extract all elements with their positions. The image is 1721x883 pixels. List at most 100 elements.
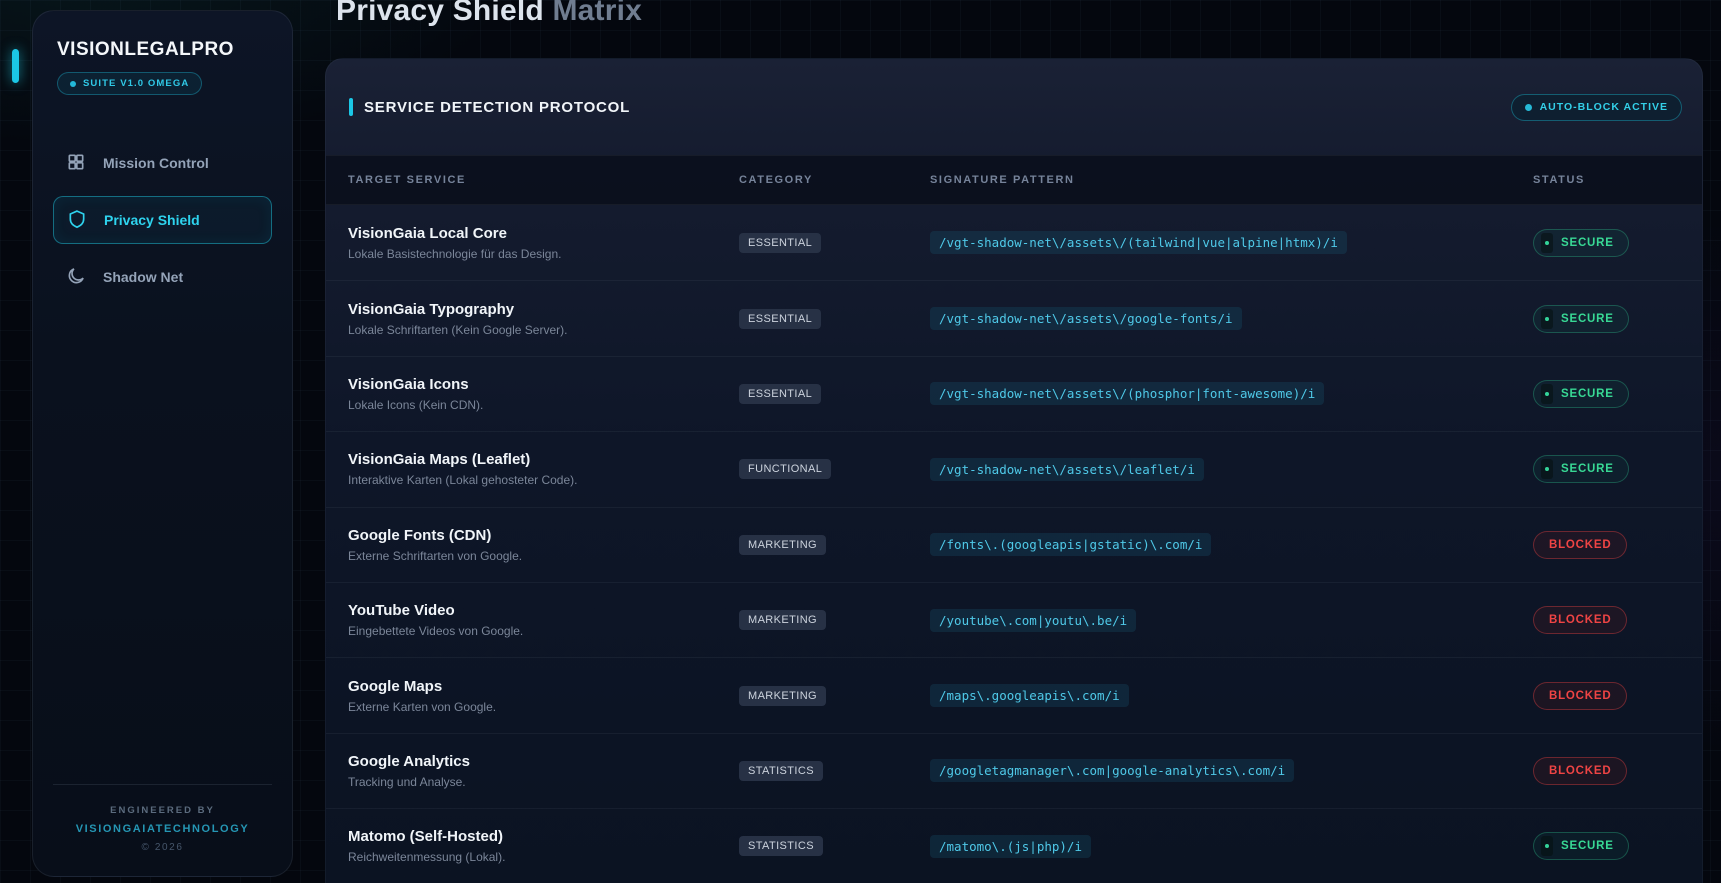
status-cell: SECURE	[1533, 832, 1702, 861]
footer-engineered-by: ENGINEERED BY	[110, 805, 215, 816]
table-row: VisionGaia Icons Lokale Icons (Kein CDN)…	[326, 355, 1702, 431]
sidebar-item-shadow-net[interactable]: Shadow Net	[53, 255, 272, 299]
status-badge: BLOCKED	[1533, 530, 1628, 559]
pulse-dot-icon	[1541, 459, 1553, 480]
pattern-cell: /fonts\.(googleapis|gstatic)\.com/i	[930, 533, 1533, 557]
service-description: Externe Schriftarten von Google.	[348, 548, 523, 563]
status-cell: SECURE	[1533, 304, 1702, 333]
service-cell: VisionGaia Maps (Leaflet) Interaktive Ka…	[348, 451, 739, 487]
service-description: Interaktive Karten (Lokal gehosteter Cod…	[348, 473, 578, 488]
pattern-cell: /maps\.googleapis\.com/i	[930, 684, 1533, 708]
pattern-cell: /youtube\.com|youtu\.be/i	[930, 608, 1533, 632]
pattern-cell: /vgt-shadow-net\/assets\/(tailwind|vue|a…	[930, 231, 1533, 255]
table-row: VisionGaia Local Core Lokale Basistechno…	[326, 205, 1702, 280]
column-header-target-service: TARGET SERVICE	[348, 174, 466, 186]
table-body: VisionGaia Local Core Lokale Basistechno…	[326, 205, 1702, 883]
sidebar: VISIONLEGALPRO SUITE V1.0 OMEGA Mission …	[32, 10, 293, 877]
footer-company-link[interactable]: VISIONGAIATECHNOLOGY	[53, 823, 272, 835]
page-title: Privacy Shield Matrix	[336, 0, 642, 28]
category-cell: STATISTICS	[739, 836, 930, 857]
sidebar-item-mission-control[interactable]: Mission Control	[53, 141, 272, 185]
column-header-category: CATEGORY	[739, 174, 813, 186]
service-cell: VisionGaia Typography Lokale Schriftarte…	[348, 301, 739, 337]
table-row: VisionGaia Maps (Leaflet) Interaktive Ka…	[326, 431, 1702, 506]
table-row: Matomo (Self-Hosted) Reichweitenmessung …	[326, 808, 1702, 883]
service-description: Lokale Icons (Kein CDN).	[348, 397, 484, 412]
sidebar-active-edge-accent	[12, 49, 19, 83]
title-accent-bar	[349, 98, 353, 116]
status-badge: SECURE	[1533, 455, 1629, 484]
status-badge: BLOCKED	[1533, 756, 1628, 785]
status-cell: SECURE	[1533, 455, 1702, 484]
signature-pattern: /vgt-shadow-net\/assets\/(phosphor|font-…	[930, 382, 1325, 406]
service-name: Google Fonts (CDN)	[348, 526, 492, 544]
panel-header: SERVICE DETECTION PROTOCOL AUTO-BLOCK AC…	[326, 59, 1702, 155]
pulse-dot-icon	[1541, 383, 1553, 404]
pattern-cell: /googletagmanager\.com|google-analytics\…	[930, 759, 1533, 783]
sidebar-item-label: Privacy Shield	[104, 212, 200, 228]
status-cell: BLOCKED	[1533, 606, 1702, 635]
category-badge: ESSENTIAL	[739, 308, 822, 329]
status-cell: BLOCKED	[1533, 756, 1702, 785]
service-cell: Matomo (Self-Hosted) Reichweitenmessung …	[348, 828, 739, 864]
auto-block-badge: AUTO-BLOCK ACTIVE	[1510, 93, 1682, 121]
service-description: Externe Karten von Google.	[348, 699, 497, 714]
pulse-dot-icon	[1541, 308, 1553, 329]
category-cell: ESSENTIAL	[739, 383, 930, 404]
pattern-cell: /vgt-shadow-net\/assets\/google-fonts/i	[930, 307, 1533, 331]
column-header-status: STATUS	[1533, 174, 1585, 186]
signature-pattern: /youtube\.com|youtu\.be/i	[930, 608, 1137, 632]
service-cell: Google Fonts (CDN) Externe Schriftarten …	[348, 527, 739, 563]
service-name: Matomo (Self-Hosted)	[348, 828, 503, 846]
page-title-primary: Privacy Shield	[336, 0, 544, 27]
moon-icon	[66, 266, 86, 289]
category-badge: FUNCTIONAL	[739, 459, 832, 480]
service-cell: YouTube Video Eingebettete Videos von Go…	[348, 602, 739, 638]
signature-pattern: /vgt-shadow-net\/assets\/(tailwind|vue|a…	[930, 231, 1347, 255]
service-name: YouTube Video	[348, 602, 455, 620]
sidebar-item-label: Shadow Net	[103, 269, 184, 285]
service-name: VisionGaia Local Core	[348, 224, 507, 242]
auto-block-badge-label: AUTO-BLOCK ACTIVE	[1539, 101, 1668, 113]
service-description: Tracking und Analyse.	[348, 774, 466, 789]
category-badge: ESSENTIAL	[739, 232, 822, 253]
service-name: Google Maps	[348, 677, 443, 695]
service-detection-panel: SERVICE DETECTION PROTOCOL AUTO-BLOCK AC…	[325, 58, 1703, 883]
service-cell: Google Analytics Tracking und Analyse.	[348, 753, 739, 789]
grid-icon	[66, 152, 86, 175]
service-cell: Google Maps Externe Karten von Google.	[348, 678, 739, 714]
category-badge: ESSENTIAL	[739, 383, 822, 404]
service-name: VisionGaia Icons	[348, 375, 469, 393]
table-header: TARGET SERVICE CATEGORY SIGNATURE PATTER…	[326, 155, 1702, 205]
category-badge: MARKETING	[739, 685, 826, 706]
panel-title-label: SERVICE DETECTION PROTOCOL	[364, 98, 631, 116]
status-dot-icon	[1524, 103, 1532, 111]
sidebar-item-label: Mission Control	[103, 155, 209, 171]
pattern-cell: /vgt-shadow-net\/assets\/(phosphor|font-…	[930, 382, 1533, 406]
page-title-secondary: Matrix	[552, 0, 643, 27]
category-badge: MARKETING	[739, 534, 826, 555]
category-cell: ESSENTIAL	[739, 308, 930, 329]
category-badge: STATISTICS	[739, 760, 823, 781]
sidebar-footer: ENGINEERED BY VISIONGAIATECHNOLOGY © 202…	[53, 784, 272, 876]
version-badge: SUITE V1.0 OMEGA	[57, 72, 203, 95]
category-cell: MARKETING	[739, 610, 930, 631]
status-cell: SECURE	[1533, 228, 1702, 257]
category-cell: ESSENTIAL	[739, 232, 930, 253]
status-badge: BLOCKED	[1533, 681, 1628, 710]
table-row: VisionGaia Typography Lokale Schriftarte…	[326, 280, 1702, 355]
service-name: VisionGaia Maps (Leaflet)	[348, 451, 531, 469]
service-cell: VisionGaia Icons Lokale Icons (Kein CDN)…	[348, 376, 739, 412]
category-cell: MARKETING	[739, 534, 930, 555]
status-badge: BLOCKED	[1533, 606, 1628, 635]
category-cell: STATISTICS	[739, 760, 930, 781]
sidebar-item-privacy-shield[interactable]: Privacy Shield	[53, 196, 272, 244]
service-name: Google Analytics	[348, 752, 470, 770]
pulse-dot-icon	[1541, 232, 1553, 253]
status-cell: SECURE	[1533, 379, 1702, 408]
service-name: VisionGaia Typography	[348, 300, 515, 318]
panel-title: SERVICE DETECTION PROTOCOL	[349, 98, 630, 116]
status-cell: BLOCKED	[1533, 681, 1702, 710]
service-cell: VisionGaia Local Core Lokale Basistechno…	[348, 225, 739, 261]
brand-logo: VISIONLEGALPRO	[57, 39, 234, 60]
